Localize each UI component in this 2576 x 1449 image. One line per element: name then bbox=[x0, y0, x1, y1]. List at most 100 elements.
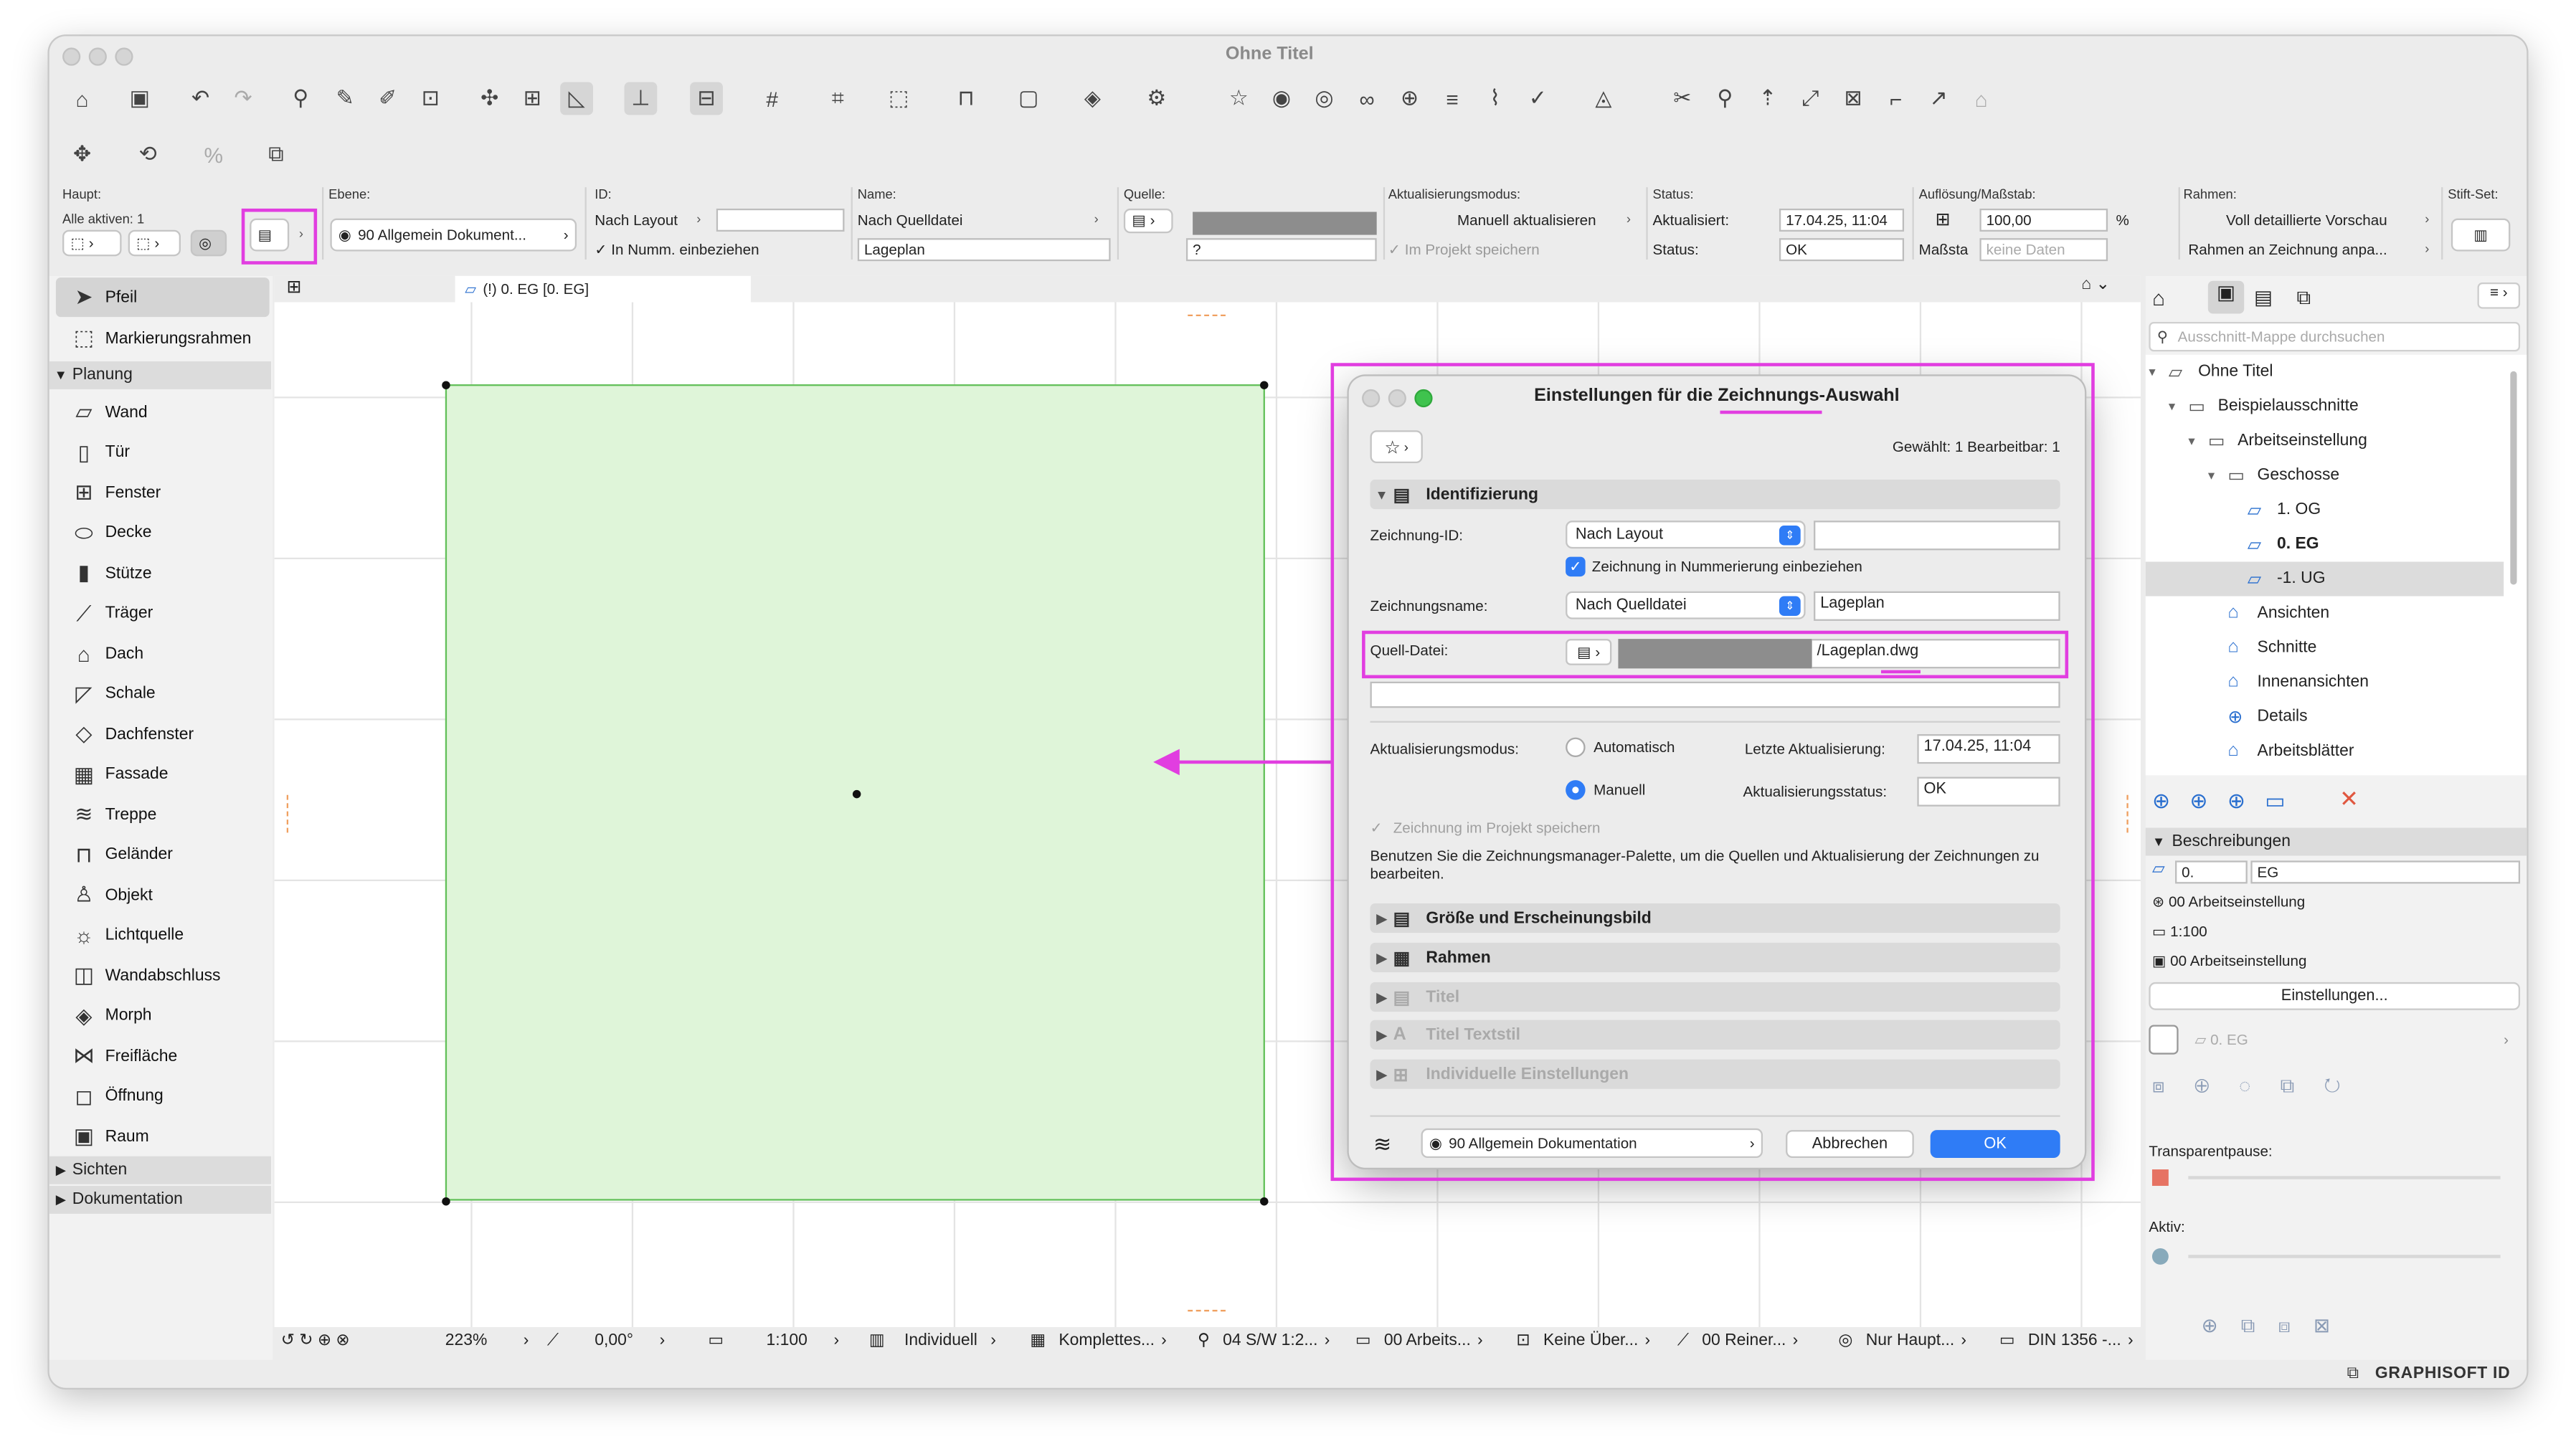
link-icon[interactable]: ∞ bbox=[1350, 82, 1383, 115]
name-mode[interactable]: Nach Quelldatei bbox=[858, 212, 963, 229]
tool-window[interactable]: ⊞ Fenster bbox=[56, 473, 270, 513]
tool-curtain-wall[interactable]: ▦ Fassade bbox=[56, 755, 270, 794]
id-include-checkbox[interactable]: ✓ In Numm. einbeziehen bbox=[595, 242, 759, 260]
layout-book-icon[interactable]: ▤ bbox=[2254, 286, 2273, 309]
tool-skylight[interactable]: ◇ Dachfenster bbox=[56, 714, 270, 754]
home-icon[interactable]: ⌂ bbox=[66, 82, 99, 115]
structure-icon[interactable]: ⚙ bbox=[1140, 82, 1173, 115]
frame-preview[interactable]: Voll detaillierte Vorschau bbox=[2226, 212, 2387, 229]
tool-slab[interactable]: ⬭ Decke bbox=[56, 513, 270, 553]
graphic-override[interactable]: ⊡ Keine Über... › bbox=[1516, 1327, 1650, 1354]
view-options-icon[interactable]: ⌂ ⌄ bbox=[2081, 276, 2109, 294]
handle-tr[interactable] bbox=[1260, 381, 1269, 389]
corner-icon[interactable]: ⌐ bbox=[1880, 82, 1913, 115]
tool-markierungsrahmen[interactable]: ⬚ Markierungsrahmen bbox=[56, 318, 270, 358]
tool-lamp[interactable]: ☼ Lichtquelle bbox=[56, 916, 270, 955]
element-icon[interactable]: ◎ bbox=[190, 229, 227, 257]
handle-tl[interactable] bbox=[442, 381, 450, 389]
shape-icon[interactable]: ◬ bbox=[1587, 82, 1620, 115]
tree-item[interactable]: ▾ ▱ Ohne Titel bbox=[2149, 361, 2273, 382]
tree-item[interactable]: ▾ ▭ Geschosse bbox=[2208, 465, 2339, 486]
active-slider[interactable] bbox=[2188, 1255, 2501, 1258]
redo-icon[interactable]: ↷ bbox=[227, 82, 260, 115]
tree-item[interactable]: ▾ ▭ Arbeitseinstellung bbox=[2188, 430, 2367, 451]
label-icon[interactable]: ⌇ bbox=[1479, 82, 1512, 115]
dimension-standard[interactable]: ▭ DIN 1356 -... › bbox=[1999, 1327, 2134, 1354]
name-field[interactable]: Lageplan bbox=[857, 238, 1111, 262]
pick-up-icon[interactable]: ⚲ bbox=[284, 82, 317, 115]
tool-shell[interactable]: ◸ Schale bbox=[56, 674, 270, 713]
id-field[interactable] bbox=[716, 208, 845, 232]
stretch-icon[interactable]: ⊠ bbox=[1837, 82, 1870, 115]
publisher-icon[interactable]: ⧉ bbox=[2297, 286, 2311, 310]
zoom-window-button[interactable] bbox=[115, 47, 133, 66]
check-icon[interactable]: ✓ bbox=[1521, 82, 1554, 115]
layer-combo[interactable]: ▭ 00 Arbeits... › bbox=[1355, 1327, 1483, 1354]
tree-item[interactable]: ⌂ Innenansichten bbox=[2208, 672, 2369, 691]
descriptions-header[interactable]: ▼ Beschreibungen bbox=[2145, 827, 2527, 856]
publish-icon[interactable]: ◉ bbox=[1265, 82, 1298, 115]
trace-color[interactable] bbox=[2151, 1169, 2169, 1186]
marquee-filter[interactable]: ⬚ › bbox=[128, 229, 181, 257]
curve-icon[interactable]: ↗ bbox=[1922, 82, 1955, 115]
resolution-field[interactable]: 100,00 bbox=[1979, 208, 2108, 232]
active-color[interactable] bbox=[2151, 1248, 2169, 1265]
magic-wand-icon[interactable]: ⊡ bbox=[414, 82, 447, 115]
grid-snap-icon[interactable]: ⊟ bbox=[690, 82, 723, 115]
drawing-settings-caret[interactable]: › bbox=[299, 227, 303, 242]
desc-name-field[interactable]: EG bbox=[2250, 860, 2521, 884]
pipette-icon[interactable]: ✎ bbox=[328, 82, 361, 115]
plane-icon[interactable]: ⌗ bbox=[821, 82, 854, 115]
snap-guides-icon[interactable]: ⊥ bbox=[624, 82, 658, 115]
update-mode-value[interactable]: Manuell aktualisieren bbox=[1457, 212, 1596, 229]
desc-id-field[interactable]: 0. bbox=[2175, 860, 2248, 884]
grid-icon[interactable]: # bbox=[756, 82, 789, 115]
percent-icon[interactable]: % bbox=[197, 138, 230, 171]
tool-wall[interactable]: ▱ Wand bbox=[56, 393, 270, 432]
tool-opening[interactable]: ◻ Öffnung bbox=[56, 1077, 270, 1116]
inject-icon[interactable]: ✐ bbox=[371, 82, 404, 115]
navigator-menu-icon[interactable]: ≡ › bbox=[2477, 282, 2521, 309]
move-icon[interactable]: ✥ bbox=[66, 138, 99, 171]
save-icon[interactable]: ▣ bbox=[123, 82, 156, 115]
id-mode[interactable]: Nach Layout bbox=[595, 212, 678, 229]
tab-overview-icon[interactable]: ⊞ bbox=[275, 276, 314, 303]
pen-set[interactable]: ⚲ 04 S/W 1:2... › bbox=[1198, 1327, 1330, 1354]
navigator-search[interactable]: ⚲ Ausschnitt-Mappe durchsuchen bbox=[2149, 321, 2521, 352]
undo-icon[interactable]: ↶ bbox=[184, 82, 217, 115]
copy-icon[interactable]: ⧉ bbox=[260, 138, 293, 171]
layout-thumb-icon[interactable] bbox=[2149, 1025, 2179, 1055]
tool-wall-end[interactable]: ◫ Wandabschluss bbox=[56, 956, 270, 995]
group-icon[interactable]: ▢ bbox=[1012, 82, 1045, 115]
elevate-icon[interactable]: ⇡ bbox=[1751, 82, 1784, 115]
tool-roof[interactable]: ⌂ Dach bbox=[56, 634, 270, 673]
structure-filter[interactable]: ◎ Nur Haupt... › bbox=[1838, 1327, 1966, 1354]
tree-item[interactable]: ⌂ Arbeitsblätter bbox=[2208, 741, 2354, 760]
tree-item[interactable]: ⊕ Details bbox=[2208, 706, 2307, 727]
schedule-icon[interactable]: ≡ bbox=[1436, 82, 1469, 115]
scale-value[interactable]: ▭ 1:100 › bbox=[708, 1327, 839, 1354]
navigator-actions[interactable]: ⊕⊕⊕▭ bbox=[2152, 789, 2305, 815]
frame-fit[interactable]: Rahmen an Zeichnung anpa... bbox=[2188, 242, 2387, 258]
tool-railing[interactable]: ⊓ Geländer bbox=[56, 835, 270, 875]
tool-stair[interactable]: ≋ Treppe bbox=[56, 795, 270, 835]
tree-item[interactable]: ▱ -1. UG bbox=[2227, 569, 2326, 589]
zoom-value[interactable]: 223% › bbox=[445, 1327, 529, 1354]
tool-beam[interactable]: ⟋ Träger bbox=[56, 594, 270, 633]
tool-morph[interactable]: ◈ Morph bbox=[56, 996, 270, 1035]
tool-zone[interactable]: ▣ Raum bbox=[56, 1117, 270, 1156]
penset-icon[interactable]: ▥ bbox=[2450, 218, 2511, 252]
tool-door[interactable]: ▯ Tür bbox=[56, 433, 270, 472]
tool-pfeil[interactable]: ➤ Pfeil bbox=[55, 277, 270, 318]
angle-value[interactable]: ⟋ 0,00° › bbox=[547, 1327, 666, 1354]
tool-column[interactable]: ▮ Stütze bbox=[56, 554, 270, 593]
zoom-tool-icon[interactable]: ⚲ bbox=[1708, 82, 1741, 115]
model-view[interactable]: ▦ Komplettes... › bbox=[1030, 1327, 1166, 1354]
source-field[interactable]: ? bbox=[1185, 238, 1377, 262]
cut-icon[interactable]: ✂ bbox=[1666, 82, 1699, 115]
renovation-filter[interactable]: ⟋ 00 Reiner... › bbox=[1677, 1327, 1798, 1354]
trace-icon[interactable]: ✣ bbox=[473, 82, 506, 115]
lock-icon[interactable]: ⊓ bbox=[950, 82, 982, 115]
tool-mesh[interactable]: ⋈ Freifläche bbox=[56, 1036, 270, 1075]
handle-br[interactable] bbox=[1260, 1197, 1269, 1206]
